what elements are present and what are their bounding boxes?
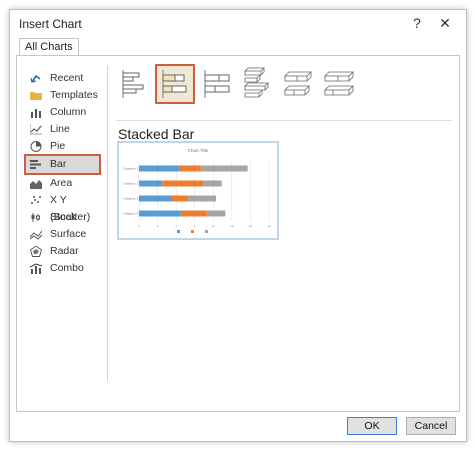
insert-chart-dialog: Insert Chart ? ✕ All Charts Recent Templ… (9, 9, 467, 442)
sidebar-item-area[interactable]: Area (26, 175, 99, 192)
chart-type-sidebar: Recent Templates Column Line Pie Bar Are… (17, 56, 107, 411)
preview-bar-segment (162, 180, 204, 187)
preview-tick-label: 2 (157, 224, 159, 228)
preview-bar-segment (180, 210, 207, 217)
sidebar-item-stock[interactable]: Stock (26, 209, 99, 226)
cancel-button[interactable]: Cancel (406, 417, 456, 435)
tab-strip: All Charts (10, 38, 466, 56)
sidebar-item-label: Pie (50, 140, 66, 152)
subtype-100-stacked-bar[interactable] (199, 66, 235, 102)
preview-title: Chart Title (188, 148, 209, 153)
radar-chart-icon (30, 246, 42, 257)
clustered-bar-icon (122, 70, 144, 98)
preview-bar-segment (139, 195, 172, 202)
preview-bar-segment (178, 165, 202, 172)
preview-tick-label: 8 (212, 224, 214, 228)
sidebar-item-line[interactable]: Line (26, 121, 99, 138)
content-panel: Recent Templates Column Line Pie Bar Are… (16, 55, 460, 412)
sidebar-item-label: Column (50, 106, 87, 118)
preview-bar-segment (201, 165, 248, 172)
subtype-divider (116, 120, 452, 121)
tab-all-charts[interactable]: All Charts (19, 38, 79, 56)
sidebar-item-templates[interactable]: Templates (26, 87, 99, 104)
preview-tick-label: 12 (249, 224, 253, 228)
bar-chart-icon (30, 160, 41, 169)
pie-chart-icon (30, 141, 42, 152)
sidebar-item-label: Combo (50, 262, 84, 274)
subtype-stacked-bar[interactable] (155, 64, 195, 104)
sidebar-item-column[interactable]: Column (26, 104, 99, 121)
sidebar-item-combo[interactable]: Combo (26, 260, 99, 277)
preview-legend-swatch (191, 230, 194, 233)
preview-tick-label: 6 (194, 224, 196, 228)
surface-chart-icon (30, 230, 42, 240)
preview-category-label: Category 3 (123, 197, 138, 201)
subtype-3d-stacked-bar[interactable] (281, 66, 317, 102)
3d-stacked-bar-icon (284, 71, 312, 96)
3d-100-stacked-bar-icon (324, 71, 354, 96)
100-stacked-bar-icon (204, 70, 230, 98)
preview-bar-segment (171, 195, 189, 202)
preview-bar-segment (206, 210, 226, 217)
sidebar-item-label: Area (50, 177, 73, 189)
preview-category-label: Category 1 (123, 167, 138, 171)
title-bar: Insert Chart ? ✕ (10, 10, 466, 38)
sidebar-item-scatter[interactable]: X Y (Scatter) (26, 192, 99, 223)
help-button[interactable]: ? (408, 15, 426, 31)
sidebar-item-radar[interactable]: Radar (26, 243, 99, 260)
sidebar-item-label: Surface (50, 228, 87, 240)
preview-bar-segment (139, 180, 163, 187)
preview-bar-segment (188, 195, 217, 202)
sidebar-item-label: Bar (50, 158, 67, 170)
preview-tick-label: 4 (175, 224, 177, 228)
sidebar-item-label: Line (50, 123, 70, 135)
area-chart-icon (30, 180, 42, 189)
recent-icon (30, 74, 41, 83)
sidebar-item-label: Stock (50, 211, 77, 223)
preview-legend-swatch (205, 230, 208, 233)
preview-category-label: Category 4 (123, 212, 138, 216)
selected-chart-type-title: Stacked Bar (118, 126, 195, 142)
preview-category-label: Category 2 (123, 182, 138, 186)
sidebar-item-label: Radar (50, 245, 79, 257)
sidebar-item-surface[interactable]: Surface (26, 226, 99, 243)
panel-divider (107, 66, 108, 381)
preview-tick-label: 14 (267, 224, 271, 228)
templates-icon (30, 92, 42, 100)
dialog-title: Insert Chart (19, 17, 82, 31)
chart-preview[interactable]: Chart Title 0 2 4 6 8 10 12 14 Category 1 Category… (117, 141, 279, 240)
preview-bar-segment (139, 210, 181, 217)
subtype-3d-clustered-bar[interactable] (239, 66, 275, 102)
preview-legend-swatch (177, 230, 180, 233)
sidebar-item-bar[interactable]: Bar (24, 154, 101, 175)
column-chart-icon (31, 109, 41, 118)
stacked-bar-icon (162, 70, 187, 98)
subtype-3d-100-stacked-bar[interactable] (321, 66, 357, 102)
sidebar-item-label: Recent (50, 72, 84, 84)
combo-chart-icon (30, 263, 42, 274)
preview-chart-svg: Chart Title 0 2 4 6 8 10 12 14 Category 1 Category… (123, 148, 271, 233)
3d-clustered-bar-icon (244, 67, 269, 98)
subtype-clustered-bar[interactable] (117, 66, 153, 102)
preview-tick-label: 10 (230, 224, 234, 228)
stock-chart-icon (31, 213, 40, 222)
sidebar-item-recent[interactable]: Recent (26, 70, 99, 87)
sidebar-item-label: Templates (50, 89, 98, 101)
scatter-chart-icon (31, 196, 41, 204)
line-chart-icon (30, 124, 42, 135)
preview-tick-label: 0 (138, 224, 140, 228)
close-button[interactable]: ✕ (436, 15, 454, 32)
sidebar-item-pie[interactable]: Pie (26, 138, 99, 155)
preview-bar-segment (139, 165, 179, 172)
ok-button[interactable]: OK (347, 417, 397, 435)
preview-bar-segment (203, 180, 222, 187)
